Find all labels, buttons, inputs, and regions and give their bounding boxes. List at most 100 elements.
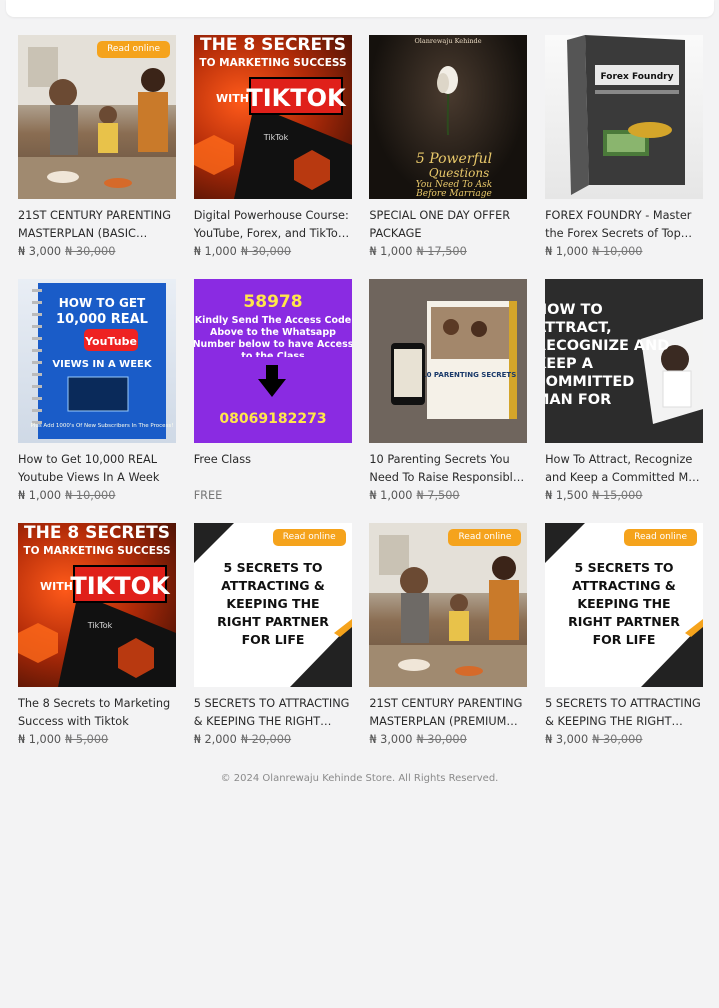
product-thumbnail[interactable]: HOW TO GET 10,000 REAL YouTube VIEWS IN … [18, 279, 176, 443]
read-online-badge: Read online [97, 41, 170, 58]
product-title[interactable]: 21ST CENTURY PARENTING MASTERPLAN (BASIC… [18, 207, 176, 243]
product-title[interactable]: 21ST CENTURY PARENTING MASTERPLAN (PREMI… [369, 695, 527, 731]
product-card[interactable]: Read online 21ST CENTURY PARENTING MASTE… [18, 35, 176, 279]
old-price: ₦ 30,000 [240, 245, 292, 258]
product-thumbnail[interactable]: 5 SECRETS TO ATTRACTING & KEEPING THE RI… [193, 523, 352, 687]
secrets-cover-image: 5 SECRETS TO ATTRACTING & KEEPING THE RI… [545, 523, 704, 687]
cover-text: HOW TO ATTRACT, RECOGNIZE AND KEEP A COM… [545, 302, 670, 411]
current-price: ₦ 1,000 [369, 245, 413, 258]
kitchen-family-image [18, 35, 176, 199]
product-price: ₦ 1,000 ₦ 10,000 [18, 487, 176, 505]
product-thumbnail[interactable]: Read online [18, 35, 176, 199]
product-thumbnail[interactable]: HOW TO ATTRACT, RECOGNIZE AND KEEP A COM… [545, 279, 704, 443]
whatsapp-number: 08069182273 [219, 411, 326, 427]
cover-line4: Plus Add 1000's Of New Subscribers In Th… [30, 423, 173, 429]
read-online-badge: Read online [272, 529, 346, 546]
old-price: ₦ 15,000 [592, 489, 643, 502]
product-title[interactable]: SPECIAL ONE DAY OFFER PACKAGE [369, 207, 527, 243]
product-title[interactable]: 10 Parenting Secrets You Need To Raise R… [369, 451, 527, 487]
product-card[interactable]: 10 PARENTING SECRETS 10 Parenting Secret… [369, 279, 528, 523]
product-price: ₦ 1,000 ₦ 17,500 [369, 243, 527, 261]
product-title[interactable]: FOREX FOUNDRY - Master the Forex Secrets… [545, 207, 703, 243]
product-thumbnail[interactable]: THE 8 SECRETS TO MARKETING SUCCESS WITH … [193, 35, 352, 199]
top-search-bar[interactable] [6, 0, 714, 17]
product-thumbnail[interactable]: 58978 Kindly Send The Access Code Above … [193, 279, 352, 443]
product-thumbnail[interactable]: Olanrewaju Kehinde 5 Powerful Questions … [369, 35, 528, 199]
product-thumbnail[interactable]: 10 PARENTING SECRETS [369, 279, 528, 443]
current-price: ₦ 2,000 [193, 733, 237, 746]
current-price: ₦ 3,000 [369, 733, 413, 746]
product-card[interactable]: Olanrewaju Kehinde 5 Powerful Questions … [369, 35, 528, 279]
current-price: ₦ 1,000 [545, 245, 589, 258]
product-thumbnail[interactable]: THE 8 SECRETS TO MARKETING SUCCESS WITH … [18, 523, 176, 687]
cover-text: 5 SECRETS TO ATTRACTING & KEEPING THE RI… [568, 560, 680, 647]
cover-with: WITH [40, 580, 73, 593]
cover-brand: YouTube [84, 335, 137, 348]
product-title[interactable]: How To Attract, Recognize and Keep a Com… [545, 451, 703, 487]
product-card[interactable]: Read online 21ST CENTURY PARENTING MASTE… [369, 523, 528, 767]
parenting-book-image: 10 PARENTING SECRETS [369, 279, 528, 443]
current-price: ₦ 1,000 [18, 733, 62, 746]
current-price: ₦ 3,000 [545, 733, 589, 746]
cover-line1: HOW TO GET [59, 296, 146, 310]
cover-title-line2: TO MARKETING SUCCESS [23, 545, 170, 557]
product-title[interactable]: 5 SECRETS TO ATTRACTING & KEEPING THE RI… [545, 695, 703, 731]
product-card[interactable]: 5 SECRETS TO ATTRACTING & KEEPING THE RI… [545, 523, 704, 767]
old-price: ₦ 20,000 [240, 733, 292, 746]
access-code: 58978 [243, 292, 302, 312]
read-online-badge: Read online [624, 529, 698, 546]
old-price: ₦ 30,000 [416, 733, 467, 746]
current-price: FREE [193, 489, 223, 502]
old-price: ₦ 17,500 [416, 245, 467, 258]
secrets-cover-image: 5 SECRETS TO ATTRACTING & KEEPING THE RI… [193, 523, 352, 687]
product-card[interactable]: HOW TO ATTRACT, RECOGNIZE AND KEEP A COM… [545, 279, 704, 523]
product-price: ₦ 2,000 ₦ 20,000 [194, 731, 352, 749]
product-card[interactable]: 58978 Kindly Send The Access Code Above … [193, 279, 352, 523]
footer-copyright: © 2024 Olanrewaju Kehinde Store. All Rig… [220, 773, 499, 784]
current-price: ₦ 1,500 [545, 489, 589, 502]
product-price: ₦ 3,000 ₦ 30,000 [369, 731, 527, 749]
product-price: ₦ 1,000 ₦ 30,000 [194, 243, 352, 261]
product-thumbnail[interactable]: Read online [369, 523, 528, 687]
product-title[interactable]: 5 SECRETS TO ATTRACTING & KEEPING THE RI… [194, 695, 352, 731]
product-price: ₦ 1,500 ₦ 15,000 [545, 487, 703, 505]
product-grid: Read online 21ST CENTURY PARENTING MASTE… [18, 35, 704, 767]
product-thumbnail[interactable]: Forex Foundry [545, 35, 704, 199]
product-price: ₦ 1,000 ₦ 5,000 [18, 731, 176, 749]
product-card[interactable]: THE 8 SECRETS TO MARKETING SUCCESS WITH … [18, 523, 176, 767]
old-price: ₦ 30,000 [592, 733, 643, 746]
cover-line2: 10,000 REAL [56, 312, 148, 327]
current-price: ₦ 1,000 [369, 489, 413, 502]
product-card[interactable]: HOW TO GET 10,000 REAL YouTube VIEWS IN … [18, 279, 176, 523]
cover-title-line1: THE 8 SECRETS [200, 35, 346, 55]
tiktok-cover-image: THE 8 SECRETS TO MARKETING SUCCESS WITH … [193, 35, 352, 199]
tiktok-cover-image: THE 8 SECRETS TO MARKETING SUCCESS WITH … [18, 523, 176, 687]
cover-brand: Forex Foundry [601, 72, 674, 82]
product-card[interactable]: THE 8 SECRETS TO MARKETING SUCCESS WITH … [193, 35, 352, 279]
cover-author: Olanrewaju Kehinde [415, 37, 482, 45]
product-title[interactable]: How to Get 10,000 REAL Youtube Views In … [18, 451, 176, 487]
old-price: ₦ 10,000 [592, 245, 643, 258]
rose-cover-image: Olanrewaju Kehinde 5 Powerful Questions … [415, 37, 493, 199]
product-title[interactable]: Digital Powerhouse Course: YouTube, Fore… [194, 207, 352, 243]
forex-box-image: Forex Foundry [567, 35, 686, 195]
old-price: ₦ 10,000 [65, 489, 116, 502]
old-price: ₦ 30,000 [65, 245, 116, 258]
cover-brand: TIKTOK [246, 84, 347, 112]
product-card[interactable]: 5 SECRETS TO ATTRACTING & KEEPING THE RI… [193, 523, 352, 767]
product-price: ₦ 1,000 ₦ 10,000 [545, 243, 703, 261]
product-title[interactable]: Free Class [194, 451, 352, 487]
product-title[interactable]: The 8 Secrets to Marketing Success with … [18, 695, 176, 731]
product-card[interactable]: Forex Foundry FOREX FOUNDRY - Master the… [545, 35, 704, 279]
access-code-image: 58978 Kindly Send The Access Code Above … [194, 292, 352, 427]
cover-text: 5 SECRETS TO ATTRACTING & KEEPING THE RI… [216, 560, 329, 647]
old-price: ₦ 7,500 [416, 489, 460, 502]
cover-line2: Questions [429, 166, 490, 180]
old-price: ₦ 5,000 [65, 733, 109, 746]
product-price: ₦ 3,000 ₦ 30,000 [545, 731, 703, 749]
cover-brand: TIKTOK [70, 572, 171, 600]
cover-line1: 5 Powerful [416, 151, 492, 167]
product-thumbnail[interactable]: 5 SECRETS TO ATTRACTING & KEEPING THE RI… [545, 523, 704, 687]
cover-line4: Before Marriage [416, 189, 493, 199]
cover-small: TikTok [87, 621, 113, 630]
